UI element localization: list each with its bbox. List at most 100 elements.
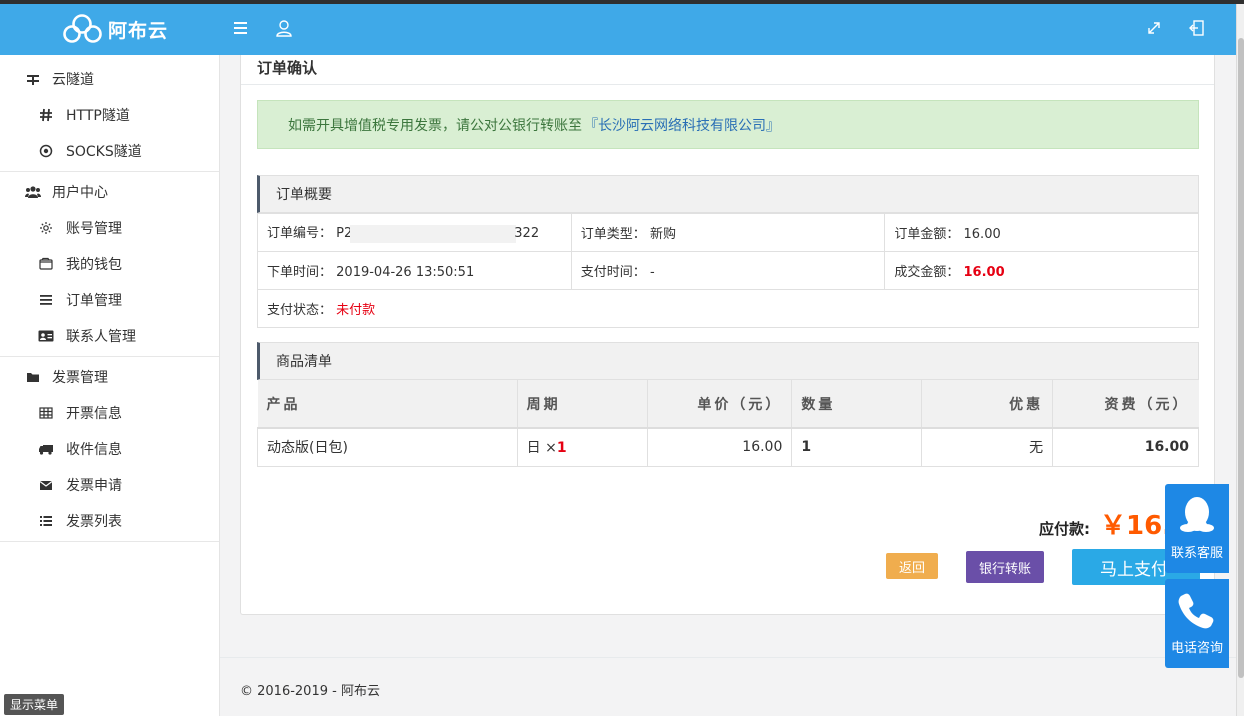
order-no-suffix: 322 xyxy=(514,226,540,242)
sidebar-group-label: 用户中心 xyxy=(52,185,108,201)
sidebar-group-label: 云隧道 xyxy=(52,72,94,88)
brand-name: 阿布云 xyxy=(108,19,169,42)
list-icon xyxy=(38,292,54,308)
sidebar-item-http-tunnel[interactable]: HTTP隧道 xyxy=(0,97,219,133)
product-name-cell: 动态版(日包) xyxy=(257,427,518,467)
circle-dot-icon xyxy=(38,143,54,159)
period-cell: 日 ×1 xyxy=(516,427,648,467)
sidebar-group-tunnel[interactable]: 云隧道 xyxy=(0,61,219,97)
created-time-label: 下单时间： xyxy=(267,265,333,280)
unit-price-cell: 16.00 xyxy=(646,427,793,467)
table-header-row: 产品 周期 单价（元） 数量 优惠 资费（元） xyxy=(257,380,1199,429)
sidebar-item-label: 发票申请 xyxy=(66,478,122,494)
hamburger-menu-icon[interactable] xyxy=(231,18,251,38)
sidebar-item-shipping-info[interactable]: 收件信息 xyxy=(0,431,219,467)
pay-status-cell: 支付状态： 未付款 xyxy=(257,289,1199,328)
col-header-unit-price: 单价（元） xyxy=(646,380,792,429)
scrollbar-thumb[interactable] xyxy=(1238,38,1244,678)
period-unit: 日 × xyxy=(526,440,557,457)
order-confirm-panel: 订单确认 如需开具增值税专用发票，请公对公银行转账至 『长沙阿云网络科技有限公司… xyxy=(240,55,1215,615)
sidebar-item-invoice-info[interactable]: 开票信息 xyxy=(0,395,219,431)
hash-icon xyxy=(38,107,54,123)
sidebar-item-label: SOCKS隧道 xyxy=(66,144,142,160)
gear-icon xyxy=(38,220,54,236)
table-row: 动态版(日包) 日 ×1 16.00 1 无 16.00 xyxy=(257,427,1199,467)
order-summary-heading: 订单概要 xyxy=(257,175,1199,213)
sidebar-item-label: 收件信息 xyxy=(66,442,122,458)
sidebar: 云隧道 HTTP隧道 SOCKS隧道 用户中心 账号管理 我的钱包 订单管理 联… xyxy=(0,55,220,716)
phone-consult-label: 电话咨询 xyxy=(1170,641,1223,656)
wallet-icon xyxy=(38,256,54,272)
title-divider xyxy=(241,84,1214,85)
logout-icon[interactable] xyxy=(1187,18,1207,38)
period-qty: 1 xyxy=(556,440,567,457)
pay-status-label: 支付状态： xyxy=(267,303,333,318)
order-type-label: 订单类型： xyxy=(580,227,646,242)
fullscreen-icon[interactable] xyxy=(1144,18,1164,38)
table-row: 订单编号： P2 322 订单类型： 新购 订单金额： 16.00 xyxy=(257,213,1199,252)
tunnel-icon xyxy=(24,70,42,88)
product-table: 产品 周期 单价（元） 数量 优惠 资费（元） 动态版(日包) 日 ×1 16.… xyxy=(257,380,1199,467)
sidebar-item-socks-tunnel[interactable]: SOCKS隧道 xyxy=(0,133,219,169)
sidebar-item-account[interactable]: 账号管理 xyxy=(0,210,219,246)
notice-company-link[interactable]: 『长沙阿云网络科技有限公司』 xyxy=(584,115,780,135)
top-navbar: 阿布云 xyxy=(0,4,1236,55)
order-no-cell: 订单编号： P2 322 xyxy=(257,213,572,252)
phone-consult-button[interactable]: 电话咨询 xyxy=(1165,579,1229,668)
order-no-label: 订单编号： xyxy=(267,226,333,242)
sidebar-divider xyxy=(0,171,219,172)
sidebar-group-user-center[interactable]: 用户中心 xyxy=(0,174,219,210)
sidebar-item-label: 订单管理 xyxy=(66,293,122,309)
sidebar-item-wallet[interactable]: 我的钱包 xyxy=(0,246,219,282)
deal-amount-label: 成交金额： xyxy=(894,265,960,280)
contact-service-label: 联系客服 xyxy=(1170,546,1223,561)
paid-time-cell: 支付时间： - xyxy=(570,251,886,290)
deal-amount-cell: 成交金额： 16.00 xyxy=(884,251,1199,290)
col-header-period: 周期 xyxy=(516,380,648,429)
sidebar-item-label: 我的钱包 xyxy=(66,257,122,273)
qq-penguin-icon xyxy=(1180,497,1214,532)
page-title: 订单确认 xyxy=(257,59,318,77)
pay-status-value: 未付款 xyxy=(336,303,376,318)
footer-divider xyxy=(220,657,1236,658)
sidebar-item-label: 发票列表 xyxy=(66,514,122,530)
discount-cell: 无 xyxy=(921,427,1054,467)
table-icon xyxy=(38,405,54,421)
product-list-heading: 商品清单 xyxy=(257,342,1199,380)
phone-icon xyxy=(1178,593,1214,629)
amount-due: 应付款: ￥16. xyxy=(1039,505,1172,542)
brand-logo[interactable]: 阿布云 xyxy=(62,13,168,45)
show-menu-button[interactable]: 显示菜单 xyxy=(4,694,65,715)
back-button[interactable]: 返回 xyxy=(886,553,938,579)
contact-service-button[interactable]: 联系客服 xyxy=(1165,484,1229,573)
order-no-redaction xyxy=(350,224,517,243)
created-time-value: 2019-04-26 13:50:51 xyxy=(336,265,475,280)
user-profile-icon[interactable] xyxy=(274,18,294,38)
order-type-cell: 订单类型： 新购 xyxy=(570,213,886,252)
notice-text: 如需开具增值税专用发票，请公对公银行转账至 xyxy=(288,117,582,134)
list-ul-icon xyxy=(38,513,54,529)
col-header-discount: 优惠 xyxy=(921,380,1053,429)
quantity-cell: 1 xyxy=(791,427,923,467)
sidebar-divider xyxy=(0,541,219,542)
bank-transfer-button[interactable]: 银行转账 xyxy=(966,551,1044,583)
table-row: 下单时间： 2019-04-26 13:50:51 支付时间： - 成交金额： … xyxy=(257,251,1199,290)
sidebar-item-orders[interactable]: 订单管理 xyxy=(0,282,219,318)
envelope-icon xyxy=(38,477,54,493)
sidebar-item-contacts[interactable]: 联系人管理 xyxy=(0,318,219,354)
sidebar-item-label: 联系人管理 xyxy=(66,329,136,345)
sidebar-group-invoice[interactable]: 发票管理 xyxy=(0,359,219,395)
amount-due-value: ￥16. xyxy=(1100,511,1173,541)
sidebar-item-label: 开票信息 xyxy=(66,406,122,422)
page-scrollbar[interactable] xyxy=(1236,4,1244,716)
users-icon xyxy=(24,183,42,201)
truck-icon xyxy=(38,441,54,457)
col-header-fee: 资费（元） xyxy=(1052,380,1199,429)
order-summary-table: 订单编号： P2 322 订单类型： 新购 订单金额： 16.00 下单时间： 2… xyxy=(257,213,1199,328)
paid-time-value: - xyxy=(649,265,655,280)
sidebar-item-invoice-apply[interactable]: 发票申请 xyxy=(0,467,219,503)
invoice-notice: 如需开具增值税专用发票，请公对公银行转账至 『长沙阿云网络科技有限公司』 xyxy=(257,100,1199,149)
sidebar-item-invoice-list[interactable]: 发票列表 xyxy=(0,503,219,539)
table-row: 支付状态： 未付款 xyxy=(257,289,1199,328)
sidebar-item-label: 账号管理 xyxy=(66,221,122,237)
